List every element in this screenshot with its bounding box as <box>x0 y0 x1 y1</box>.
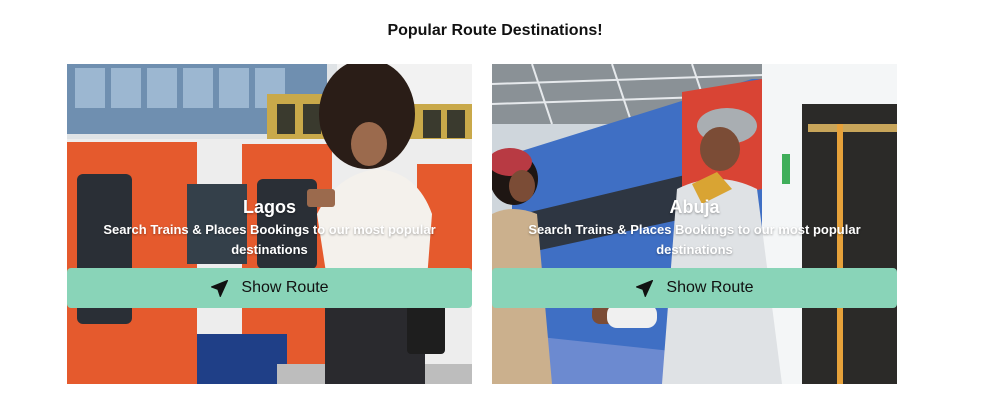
show-route-label: Show Route <box>666 279 754 296</box>
page-title: Popular Route Destinations! <box>387 22 603 39</box>
card-description: Search Trains & Places Bookings to our m… <box>103 222 436 257</box>
destination-card-abuja: Abuja Search Trains & Places Bookings to… <box>492 64 897 384</box>
show-route-label: Show Route <box>241 279 329 296</box>
show-route-button[interactable]: Show Route <box>492 268 897 308</box>
card-description: Search Trains & Places Bookings to our m… <box>528 222 861 257</box>
paper-plane-icon <box>636 279 654 297</box>
card-city-title: Lagos <box>242 197 296 217</box>
card-city-title: Abuja <box>669 197 720 217</box>
show-route-button[interactable]: Show Route <box>67 268 472 308</box>
paper-plane-icon <box>211 279 229 297</box>
destination-card-lagos: Lagos Search Trains & Places Bookings to… <box>67 64 472 384</box>
